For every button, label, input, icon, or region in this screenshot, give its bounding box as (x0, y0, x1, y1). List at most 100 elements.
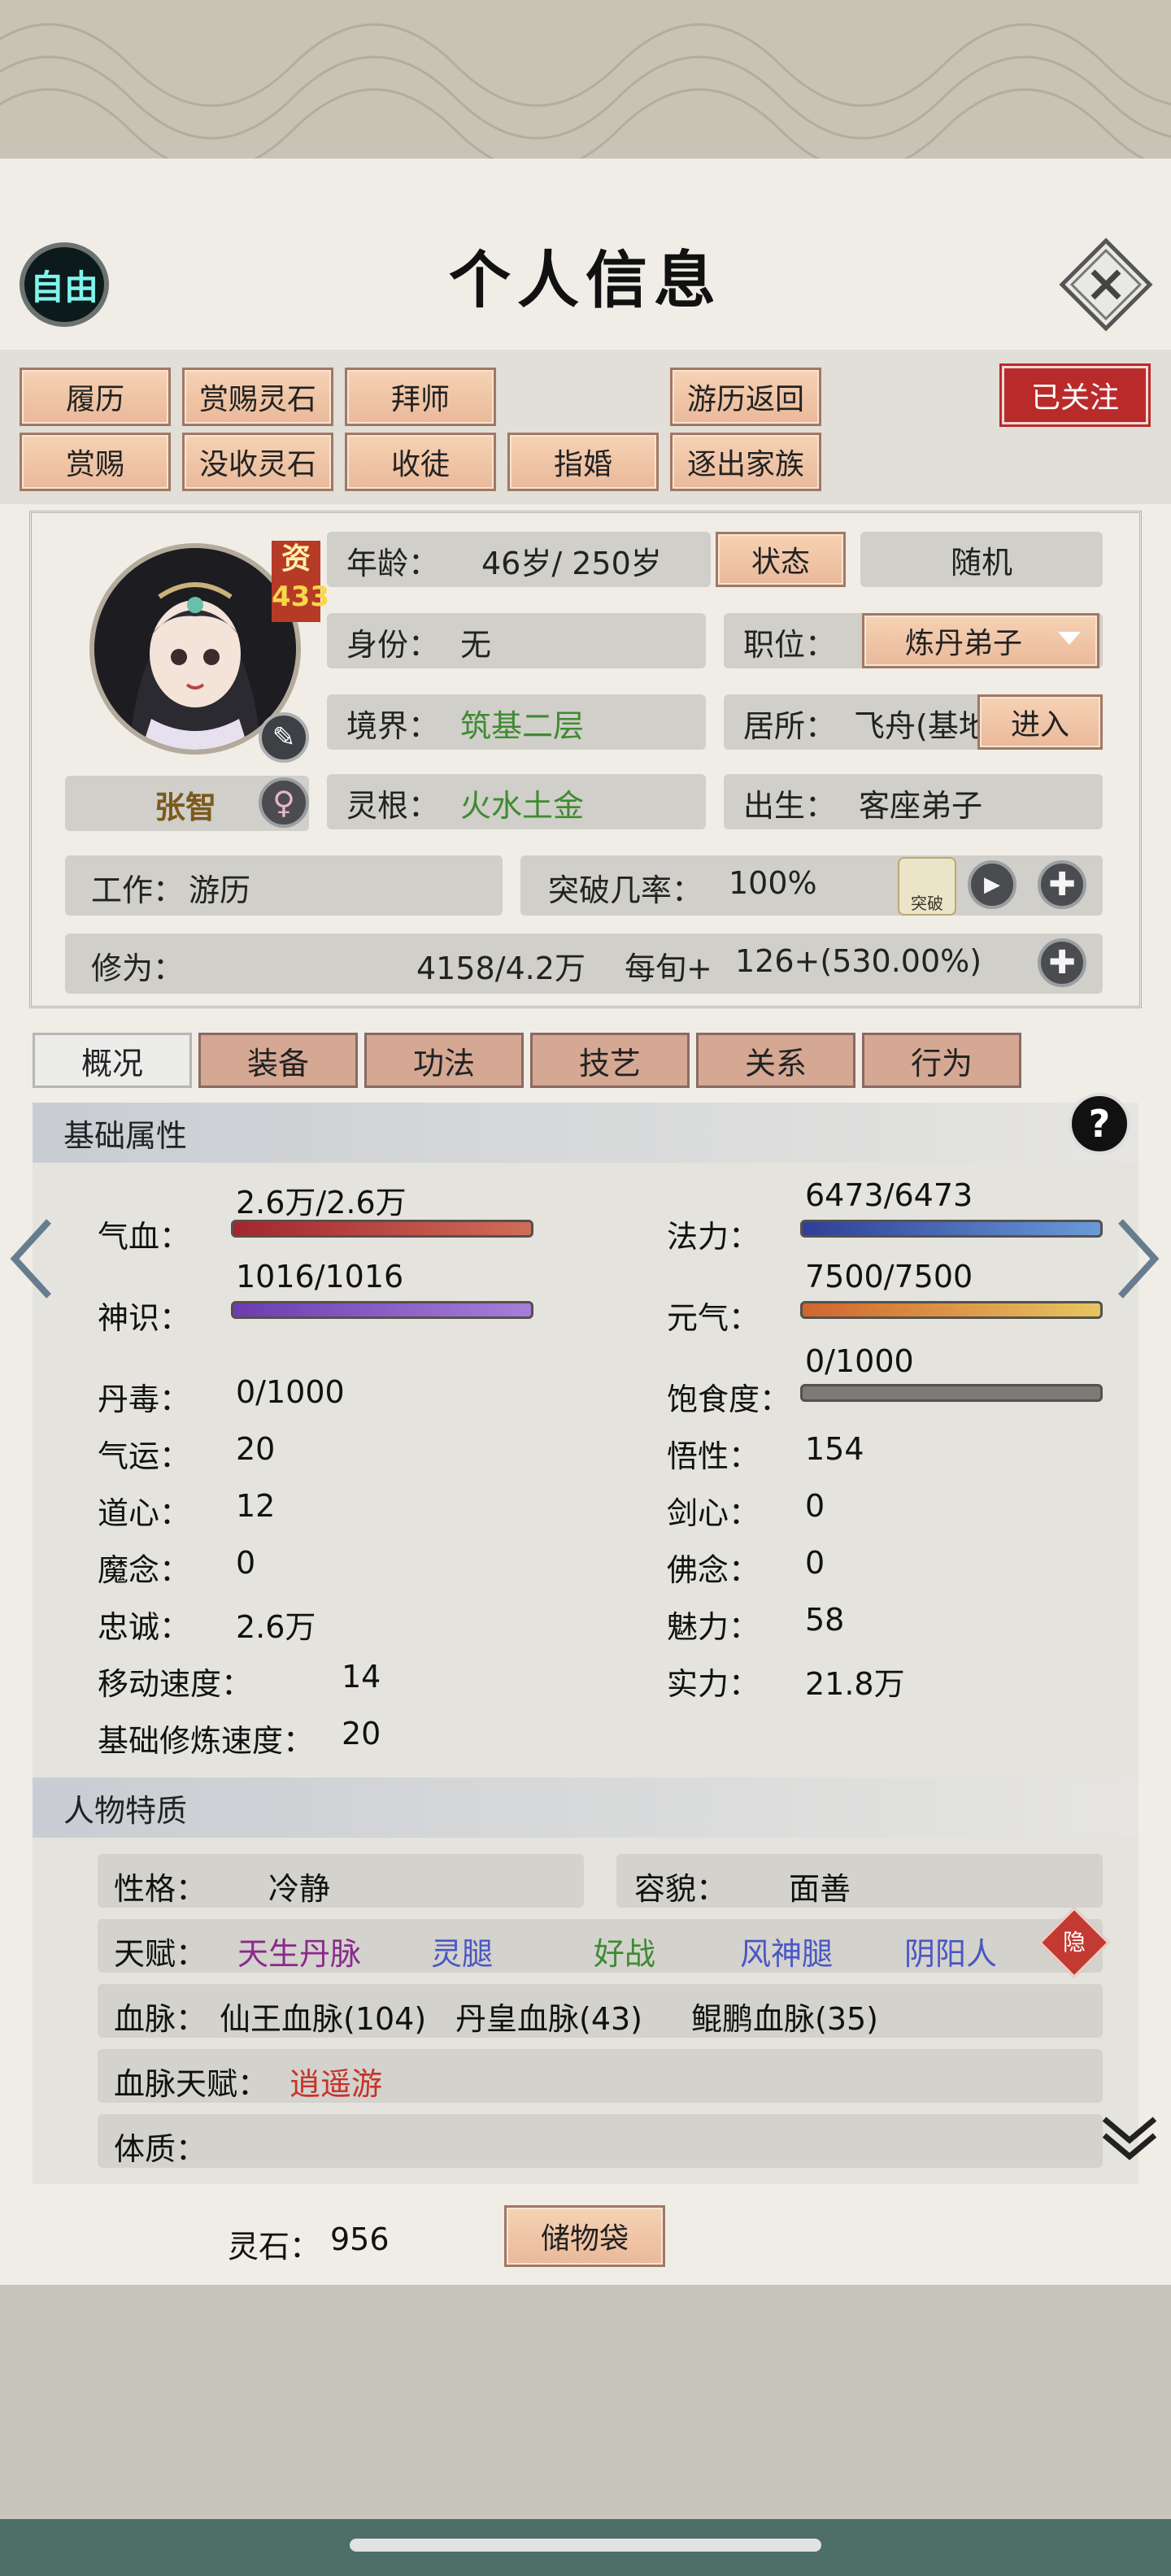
shenshi-value: 1016/1016 (236, 1259, 404, 1295)
bloodline-talent-value[interactable]: 逍遥游 (289, 2059, 382, 2104)
baoshi-value: 0/1000 (805, 1343, 914, 1379)
work-label: 工作： (91, 872, 185, 908)
prev-arrow-icon[interactable] (8, 1216, 54, 1301)
breakthrough-meditate-icon[interactable]: 突破 (898, 857, 956, 916)
loyalty-label: 忠诚： (98, 1609, 191, 1645)
aptitude-badge: 资 433 (272, 541, 329, 622)
looks-value: 面善 (789, 1871, 851, 1907)
traits-title: 人物特质 (63, 1792, 188, 1829)
charm-label: 魅力： (667, 1609, 760, 1645)
age-value: 46岁/ 250岁 (481, 546, 662, 581)
dandu-label: 丹毒： (98, 1382, 191, 1417)
bottom-background (0, 2285, 1171, 2576)
dandu-value: 0/1000 (236, 1374, 345, 1410)
residence-label: 居所： (743, 708, 837, 744)
bloodline-item[interactable]: 丹皇血脉(43) (455, 1994, 642, 2039)
work-value: 游历 (189, 872, 251, 908)
luck-value: 20 (236, 1431, 276, 1467)
enter-button[interactable]: 进入 (977, 694, 1103, 750)
cultivate-speed-label: 基础修炼速度： (98, 1723, 315, 1759)
constitution-label: 体质： (114, 2131, 207, 2167)
confiscate-stone-button[interactable]: 没收灵石 (182, 433, 333, 491)
spirit-stone-value: 956 (330, 2221, 390, 2257)
plus-icon[interactable]: ✚ (1038, 860, 1086, 909)
position-dropdown[interactable]: 炼丹弟子 (862, 613, 1099, 668)
cultivation-plus-icon[interactable]: ✚ (1038, 938, 1086, 987)
edit-pen-icon[interactable]: ✎ (259, 712, 309, 763)
tab-relations[interactable]: 关系 (696, 1033, 855, 1088)
tab-equipment[interactable]: 装备 (198, 1033, 358, 1088)
yuanqi-bar (800, 1301, 1103, 1319)
tab-behavior[interactable]: 行为 (862, 1033, 1021, 1088)
talent-item[interactable]: 天生丹脉 (237, 1929, 361, 1973)
talent-item[interactable]: 好战 (594, 1929, 655, 1973)
per-turn-value: 126+(530.00%) (735, 943, 982, 979)
cultivation-value: 4158/4.2万 (416, 951, 586, 986)
spirit-stone-label: 灵石： (228, 2229, 321, 2265)
power-value: 21.8万 (805, 1666, 905, 1702)
talent-item[interactable]: 阴阳人 (904, 1929, 997, 1973)
qixue-value: 2.6万/2.6万 (236, 1185, 407, 1221)
help-icon[interactable]: ? (1069, 1093, 1130, 1155)
shenshi-label: 神识： (98, 1300, 191, 1336)
play-icon[interactable]: ▶ (968, 860, 1016, 909)
cultivate-speed-value: 20 (342, 1716, 381, 1751)
baoshi-bar (800, 1384, 1103, 1402)
take-master-button[interactable]: 拜师 (345, 368, 496, 426)
root-label: 灵根： (346, 788, 440, 824)
comprehension-value: 154 (805, 1431, 864, 1467)
position-label: 职位： (743, 627, 837, 663)
next-arrow-icon[interactable] (1116, 1216, 1161, 1301)
shenshi-bar (231, 1301, 533, 1319)
home-indicator[interactable] (350, 2539, 821, 2552)
tab-crafts[interactable]: 技艺 (530, 1033, 690, 1088)
hide-label: 隐 (1062, 1929, 1086, 1956)
reward-stone-button[interactable]: 赏赐灵石 (182, 368, 333, 426)
loyalty-value: 2.6万 (236, 1609, 316, 1645)
random-button[interactable]: 随机 (860, 532, 1103, 587)
identity-label: 身份： (346, 627, 440, 663)
history-button[interactable]: 履历 (20, 368, 171, 426)
breakthrough-label: 突破几率： (548, 872, 703, 908)
close-icon (1059, 237, 1153, 332)
residence-value: 飞舟(基地 (854, 708, 984, 744)
realm-value: 筑基二层 (460, 708, 585, 744)
tab-overview[interactable]: 概况 (33, 1033, 192, 1088)
talent-item[interactable]: 灵腿 (431, 1929, 493, 1973)
per-turn-label: 每旬+ (625, 951, 712, 986)
free-mode-button[interactable]: 自由 (20, 242, 109, 327)
fali-bar (800, 1220, 1103, 1238)
birth-label: 出生： (743, 788, 837, 824)
talent-item[interactable]: 风神腿 (740, 1929, 833, 1973)
reward-button[interactable]: 赏赐 (20, 433, 171, 491)
state-button[interactable]: 状态 (716, 532, 846, 587)
arrange-marriage-button[interactable]: 指婚 (507, 433, 659, 491)
take-disciple-button[interactable]: 收徒 (345, 433, 496, 491)
fali-value: 6473/6473 (805, 1177, 973, 1213)
root-value: 火水土金 (460, 788, 585, 824)
jianxin-value: 0 (805, 1488, 825, 1524)
move-speed-label: 移动速度： (98, 1666, 253, 1702)
jianxin-label: 剑心： (667, 1495, 760, 1531)
follow-button[interactable]: 已关注 (1002, 366, 1148, 424)
breakthrough-value: 100% (729, 865, 817, 901)
return-travel-button[interactable]: 游历返回 (670, 368, 821, 426)
traits-header: 人物特质 (33, 1778, 1138, 1838)
close-button[interactable] (1057, 236, 1155, 333)
monian-value: 0 (236, 1545, 256, 1581)
tab-skills[interactable]: 功法 (364, 1033, 524, 1088)
chevron-down-icon (1058, 632, 1081, 645)
bloodline-item[interactable]: 仙王血脉(104) (220, 1994, 426, 2039)
aptitude-label: 资 (281, 542, 311, 576)
personality-value: 冷静 (268, 1871, 331, 1907)
fali-label: 法力： (667, 1219, 760, 1255)
storage-bag-button[interactable]: 储物袋 (504, 2205, 665, 2267)
looks-label: 容貌： (634, 1871, 728, 1907)
daoxin-value: 12 (236, 1488, 276, 1524)
bloodline-item[interactable]: 鲲鹏血脉(35) (691, 1994, 878, 2039)
qixue-label: 气血： (98, 1219, 191, 1255)
expand-down-icon[interactable] (1099, 2111, 1160, 2168)
baoshi-label: 饱食度： (667, 1382, 791, 1417)
expel-clan-button[interactable]: 逐出家族 (670, 433, 821, 491)
daoxin-label: 道心： (98, 1495, 191, 1531)
